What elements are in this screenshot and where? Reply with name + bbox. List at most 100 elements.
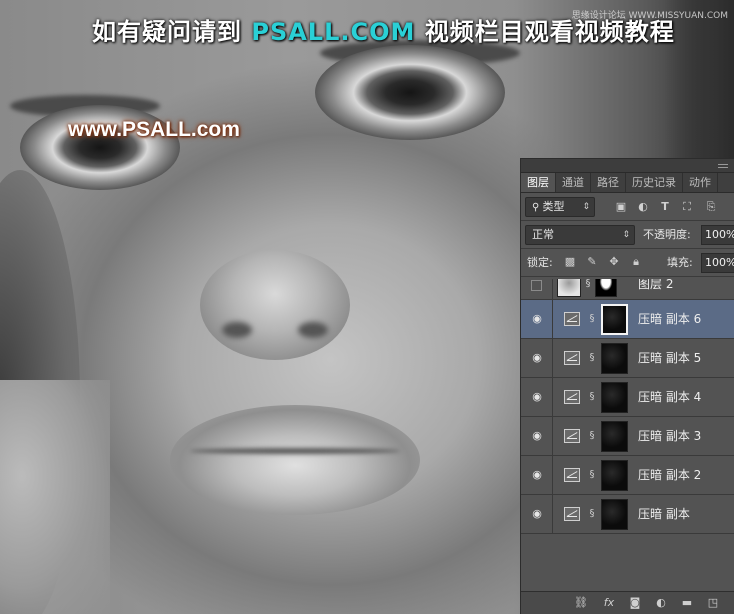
eye-icon: ◉ <box>532 390 542 403</box>
updown-icon: ⇕ <box>622 230 630 240</box>
filter-type-select[interactable]: ⚲ 类型 ⇕ <box>525 197 595 217</box>
updown-icon: ⇕ <box>582 202 590 212</box>
chain-link-icon[interactable]: § <box>587 507 597 521</box>
chain-link-icon[interactable]: § <box>587 351 597 365</box>
add-mask-icon[interactable]: ◙ <box>627 596 643 610</box>
layer-row[interactable]: § 图层 2 <box>521 279 734 300</box>
layer-row[interactable]: ◉ § 压暗 副本 5 <box>521 339 734 378</box>
eye-icon: ◉ <box>532 351 542 364</box>
fx-icon[interactable]: fx <box>601 596 617 610</box>
layer-thumbnail <box>557 279 581 297</box>
type-filter-icon[interactable]: T <box>657 199 673 215</box>
visibility-toggle[interactable]: ◉ <box>521 456 553 494</box>
adjustment-filter-icon[interactable]: ◐ <box>635 199 651 215</box>
empty-visibility-box <box>531 280 542 291</box>
curves-adjustment-icon <box>564 507 580 521</box>
lock-label: 锁定: <box>527 256 553 269</box>
lip-line <box>190 448 400 454</box>
layer-list[interactable]: § 图层 2 ◉ § 压暗 副本 6 ◉ § 压暗 副本 5 ◉ § 压暗 副本… <box>521 279 734 592</box>
filter-type-label: 类型 <box>542 200 565 213</box>
right-eye <box>315 45 505 140</box>
panel-title-strip[interactable] <box>521 159 734 173</box>
layer-row[interactable]: ◉ § 压暗 副本 2 <box>521 456 734 495</box>
curves-adjustment-icon <box>564 429 580 443</box>
layer-name[interactable]: 压暗 副本 5 <box>638 339 701 378</box>
panel-bottom-bar: ⛓ fx ◙ ◐ ▬ ◳ <box>521 591 734 614</box>
tab-history[interactable]: 历史记录 <box>626 173 683 192</box>
layer-mask-thumbnail[interactable] <box>595 279 617 297</box>
image-filter-icon[interactable]: ▣ <box>613 199 629 215</box>
layer-name[interactable]: 压暗 副本 <box>638 495 690 534</box>
panel-tabs: 图层 通道 路径 历史记录 动作 <box>521 173 734 193</box>
lock-all-icon[interactable]: 🔒︎ <box>629 255 643 269</box>
curves-adjustment-icon <box>564 468 580 482</box>
hand <box>0 380 110 614</box>
filter-row: ⚲ 类型 ⇕ ▣ ◐ T ⛶ ⎘ <box>521 193 734 221</box>
layer-name[interactable]: 压暗 副本 3 <box>638 417 701 456</box>
layer-name[interactable]: 压暗 副本 2 <box>638 456 701 495</box>
lock-image-icon[interactable]: ✎ <box>585 255 599 269</box>
eye-icon: ◉ <box>532 507 542 520</box>
fill-label: 填充: <box>667 256 693 269</box>
lips <box>170 405 420 515</box>
tab-actions[interactable]: 动作 <box>683 173 718 192</box>
shape-filter-icon[interactable]: ⛶ <box>679 199 695 215</box>
layer-mask-thumbnail[interactable] <box>601 304 628 335</box>
banner-text-post: 视频栏目观看视频教程 <box>415 18 675 46</box>
visibility-toggle[interactable]: ◉ <box>521 300 553 338</box>
layer-row[interactable]: ◉ § 压暗 副本 <box>521 495 734 534</box>
corner-watermark: 思缘设计论坛 WWW.MISSYUAN.COM <box>571 11 728 21</box>
chain-link-icon[interactable]: § <box>587 390 597 404</box>
visibility-toggle[interactable] <box>521 279 553 299</box>
fill-input[interactable]: 100% <box>701 253 734 273</box>
visibility-toggle[interactable]: ◉ <box>521 495 553 533</box>
visibility-toggle[interactable]: ◉ <box>521 339 553 377</box>
new-group-icon[interactable]: ▬ <box>679 596 695 610</box>
search-icon: ⚲ <box>532 202 543 213</box>
layer-mask-thumbnail[interactable] <box>601 343 628 374</box>
chain-link-icon[interactable]: § <box>587 468 597 482</box>
layer-mask-thumbnail[interactable] <box>601 499 628 530</box>
opacity-input[interactable]: 100% <box>701 225 734 245</box>
layer-mask-thumbnail[interactable] <box>601 382 628 413</box>
lock-position-icon[interactable]: ✥ <box>607 255 621 269</box>
opacity-label: 不透明度: <box>643 228 691 241</box>
curves-adjustment-icon <box>564 351 580 365</box>
layer-name[interactable]: 压暗 副本 6 <box>638 300 701 339</box>
smart-object-filter-icon[interactable]: ⎘ <box>703 199 719 215</box>
panel-menu-icon[interactable] <box>718 164 728 168</box>
layer-row[interactable]: ◉ § 压暗 副本 4 <box>521 378 734 417</box>
visibility-toggle[interactable]: ◉ <box>521 378 553 416</box>
site-watermark: www.PSALL.com <box>68 118 240 141</box>
tab-paths[interactable]: 路径 <box>591 173 626 192</box>
banner-site: PSALL.COM <box>251 18 416 46</box>
eye-icon: ◉ <box>532 429 542 442</box>
chain-link-icon[interactable]: § <box>587 429 597 443</box>
link-layers-icon[interactable]: ⛓ <box>573 596 589 610</box>
blend-row: 正常 ⇕ 不透明度: 100% <box>521 221 734 249</box>
layer-row[interactable]: ◉ § 压暗 副本 3 <box>521 417 734 456</box>
banner-text-pre: 如有疑问请到 <box>92 18 252 46</box>
layer-mask-thumbnail[interactable] <box>601 421 628 452</box>
curves-adjustment-icon <box>564 312 580 326</box>
tab-channels[interactable]: 通道 <box>556 173 591 192</box>
lock-transparent-icon[interactable]: ▩ <box>563 255 577 269</box>
chain-link-icon[interactable]: § <box>587 312 597 326</box>
blend-mode-value: 正常 <box>532 228 554 241</box>
left-nostril <box>222 322 252 338</box>
new-layer-icon[interactable]: ◳ <box>705 596 721 610</box>
layer-mask-thumbnail[interactable] <box>601 460 628 491</box>
layer-row-selected[interactable]: ◉ § 压暗 副本 6 <box>521 300 734 339</box>
lock-row: 锁定: ▩ ✎ ✥ 🔒︎ 填充: 100% <box>521 249 734 277</box>
tab-layers[interactable]: 图层 <box>521 173 556 192</box>
eye-icon: ◉ <box>532 468 542 481</box>
right-nostril <box>298 322 328 338</box>
nose <box>200 250 350 360</box>
chain-link-icon: § <box>585 279 591 289</box>
layers-panel: 图层 通道 路径 历史记录 动作 ⚲ 类型 ⇕ ▣ ◐ T ⛶ ⎘ 正常 ⇕ 不… <box>520 158 734 614</box>
layer-name[interactable]: 压暗 副本 4 <box>638 378 701 417</box>
layer-name[interactable]: 图层 2 <box>638 279 673 290</box>
adjustment-layer-icon[interactable]: ◐ <box>653 596 669 610</box>
visibility-toggle[interactable]: ◉ <box>521 417 553 455</box>
blend-mode-select[interactable]: 正常 ⇕ <box>525 225 635 245</box>
